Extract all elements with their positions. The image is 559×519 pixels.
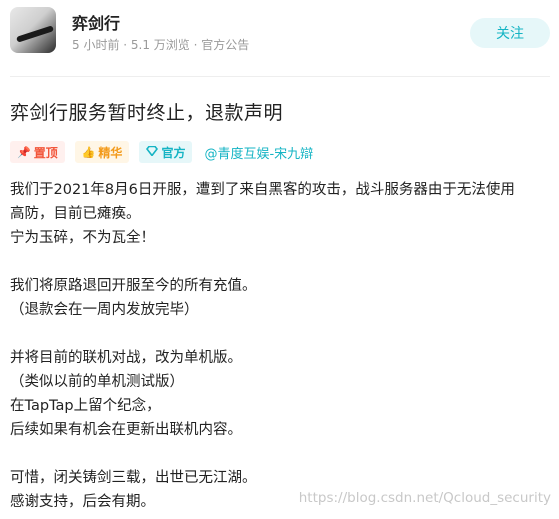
body-line: 并将目前的联机对战，改为单机版。 <box>10 350 242 366</box>
thumbs-up-icon: 👍 <box>81 145 96 159</box>
avatar[interactable] <box>10 7 56 53</box>
body-line: 我们于2021年8月6日开服，遭到了来自黑客的攻击，战斗服务器由于无法使用 <box>10 182 515 198</box>
body-line: 在TapTap上留个纪念， <box>10 398 161 414</box>
body-line: 我们将原路退回开服至今的所有充值。 <box>10 278 257 294</box>
tag-official-label: 官方 <box>161 145 186 160</box>
post-title: 弈剑行服务暂时终止，退款声明 <box>10 102 284 124</box>
official-badge-icon <box>146 145 159 159</box>
tag-pinned-label: 置顶 <box>33 145 58 160</box>
body-line: 可惜，闭关铸剑三载，出世已无江湖。 <box>10 470 257 486</box>
pin-icon: 📌 <box>17 145 31 159</box>
tag-featured-label: 精华 <box>98 145 123 160</box>
author-name[interactable]: 弈剑行 <box>72 10 120 34</box>
body-line: （退款会在一周内发放完毕） <box>10 302 199 318</box>
body-line: 宁为玉碎，不为瓦全！ <box>10 230 155 246</box>
body-line: 高防，目前已瘫痪。 <box>10 206 141 222</box>
follow-button[interactable]: 关注 <box>470 18 550 48</box>
divider <box>10 76 550 77</box>
tag-official: 官方 <box>139 141 193 163</box>
body-line: 后续如果有机会在更新出联机内容。 <box>10 422 242 438</box>
tag-row: 📌 置顶 👍 精华 官方 @青度互娱-宋九辯 <box>10 140 313 164</box>
post-meta: 5 小时前 · 5.1 万浏览 · 官方公告 <box>72 38 250 52</box>
group-link[interactable]: @青度互娱-宋九辯 <box>204 143 313 162</box>
post-body: 我们于2021年8月6日开服，遭到了来自黑客的攻击，战斗服务器由于无法使用 高防… <box>10 178 550 514</box>
watermark: https://blog.csdn.net/Qcloud_security <box>298 490 551 506</box>
tag-pinned: 📌 置顶 <box>10 141 65 163</box>
post-header: 弈剑行 5 小时前 · 5.1 万浏览 · 官方公告 关注 <box>0 0 559 70</box>
body-line: （类似以前的单机测试版） <box>10 374 184 390</box>
tag-featured: 👍 精华 <box>74 141 130 163</box>
